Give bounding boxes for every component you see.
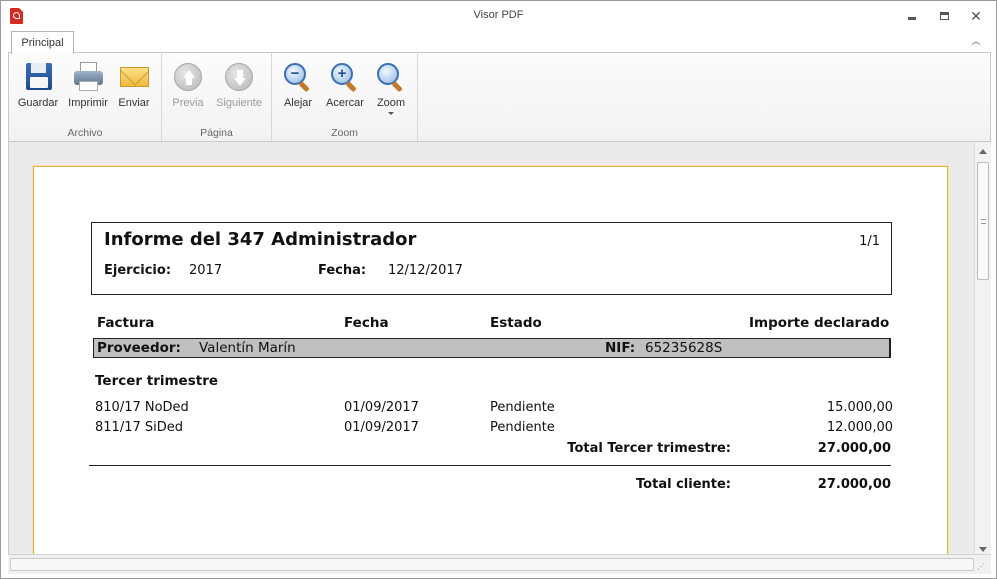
scroll-up-icon[interactable] [979,149,987,154]
maximize-icon [939,12,949,20]
page-number: 1/1 [859,234,880,249]
table-row: 811/17 SiDed 01/09/2017 Pendiente 12.000… [34,420,949,438]
group-zoom-label: Zoom [331,127,358,139]
siguiente-label: Siguiente [216,97,262,109]
alejar-label: Alejar [283,97,313,109]
title-bar: Visor PDF ✕ [1,1,996,31]
column-header-factura: Factura [97,315,155,331]
ribbon-collapse-button[interactable]: ︿ [969,34,983,48]
imprimir-label: Imprimir [68,97,108,109]
arrow-up-icon [172,61,204,93]
pdf-viewer-window: Visor PDF ✕ Principal ︿ Guardar Imprimir… [0,0,997,579]
column-header-fecha: Fecha [344,315,389,331]
zoom-label: Zoom [376,97,406,109]
nif-label: NIF: [605,340,636,356]
proveedor-value: Valentín Marín [199,340,296,356]
window-title: Visor PDF [473,9,524,21]
row-fecha: 01/09/2017 [344,400,419,415]
proveedor-bar: Proveedor: Valentín Marín NIF: 65235628S [93,338,891,358]
resize-grip-icon[interactable]: ⋰ [977,562,987,572]
zoom-dropdown-button[interactable]: Zoom [372,59,410,117]
group-pagina: Previa Siguiente Página [162,53,272,141]
pdf-page: Informe del 347 Administrador 1/1 Ejerci… [33,166,948,554]
ejercicio-value: 2017 [189,263,223,278]
scroll-down-icon[interactable] [979,547,987,552]
enviar-button[interactable]: Enviar [113,59,155,117]
ribbon-tabs: Principal ︿ [1,31,996,54]
ejercicio-label: Ejercicio: [104,263,172,278]
section-total-value: 27.000,00 [817,441,891,456]
row-importe: 15.000,00 [826,400,893,415]
siguiente-button[interactable]: Siguiente [212,59,266,117]
section-total-label: Total Tercer trimestre: [567,441,731,456]
envelope-icon [118,61,150,93]
row-factura: 811/17 SiDed [95,420,183,435]
fecha-value: 12/12/2017 [388,263,463,278]
divider [89,465,891,466]
close-icon: ✕ [970,7,982,24]
column-header-estado: Estado [490,315,542,331]
zoom-out-icon: − [282,61,314,93]
minimize-icon [908,16,916,20]
zoom-icon [375,61,407,93]
nif-value: 65235628S [645,340,723,356]
column-header-importe: Importe declarado [749,315,890,331]
previa-label: Previa [172,97,204,109]
tab-principal[interactable]: Principal [11,31,74,54]
report-title: Informe del 347 Administrador [104,229,417,250]
client-total-label: Total cliente: [636,477,731,492]
alejar-button[interactable]: − Alejar [278,59,318,117]
section-title: Tercer trimestre [95,373,219,389]
group-archivo-label: Archivo [67,127,103,139]
group-pagina-label: Página [200,127,233,139]
enviar-label: Enviar [118,97,150,109]
minimize-button[interactable] [899,7,925,25]
row-importe: 12.000,00 [826,420,893,435]
horizontal-scroll-thumb[interactable] [10,558,974,571]
row-estado: Pendiente [490,400,555,415]
dropdown-caret-icon [388,112,394,115]
client-total-value: 27.000,00 [817,477,891,492]
chevron-up-icon: ︿ [971,36,981,46]
table-row: 810/17 NoDed 01/09/2017 Pendiente 15.000… [34,400,949,418]
row-estado: Pendiente [490,420,555,435]
close-button[interactable]: ✕ [963,7,989,25]
acercar-label: Acercar [326,97,364,109]
ribbon: Guardar Imprimir Enviar Archivo Previa S… [8,52,991,142]
acercar-button[interactable]: + Acercar [324,59,366,117]
zoom-in-icon: + [329,61,361,93]
group-archivo: Guardar Imprimir Enviar Archivo [9,53,162,141]
horizontal-scrollbar[interactable]: ⋰ [8,554,991,574]
guardar-label: Guardar [17,97,59,109]
grip-icon [981,219,986,224]
fecha-label: Fecha: [318,263,367,278]
vertical-scrollbar[interactable] [974,142,991,554]
arrow-down-icon [223,61,255,93]
save-icon [22,61,54,93]
proveedor-label: Proveedor: [97,340,181,356]
document-viewport[interactable]: Informe del 347 Administrador 1/1 Ejerci… [8,142,974,554]
imprimir-button[interactable]: Imprimir [64,59,112,117]
vertical-scroll-thumb[interactable] [977,162,989,280]
maximize-button[interactable] [931,7,957,25]
group-zoom: − Alejar + Acercar Zoom Zoom [272,53,418,141]
printer-icon [72,61,104,93]
previa-button[interactable]: Previa [168,59,208,117]
report-header: Informe del 347 Administrador 1/1 Ejerci… [91,222,892,295]
row-factura: 810/17 NoDed [95,400,189,415]
guardar-button[interactable]: Guardar [14,59,62,117]
row-fecha: 01/09/2017 [344,420,419,435]
